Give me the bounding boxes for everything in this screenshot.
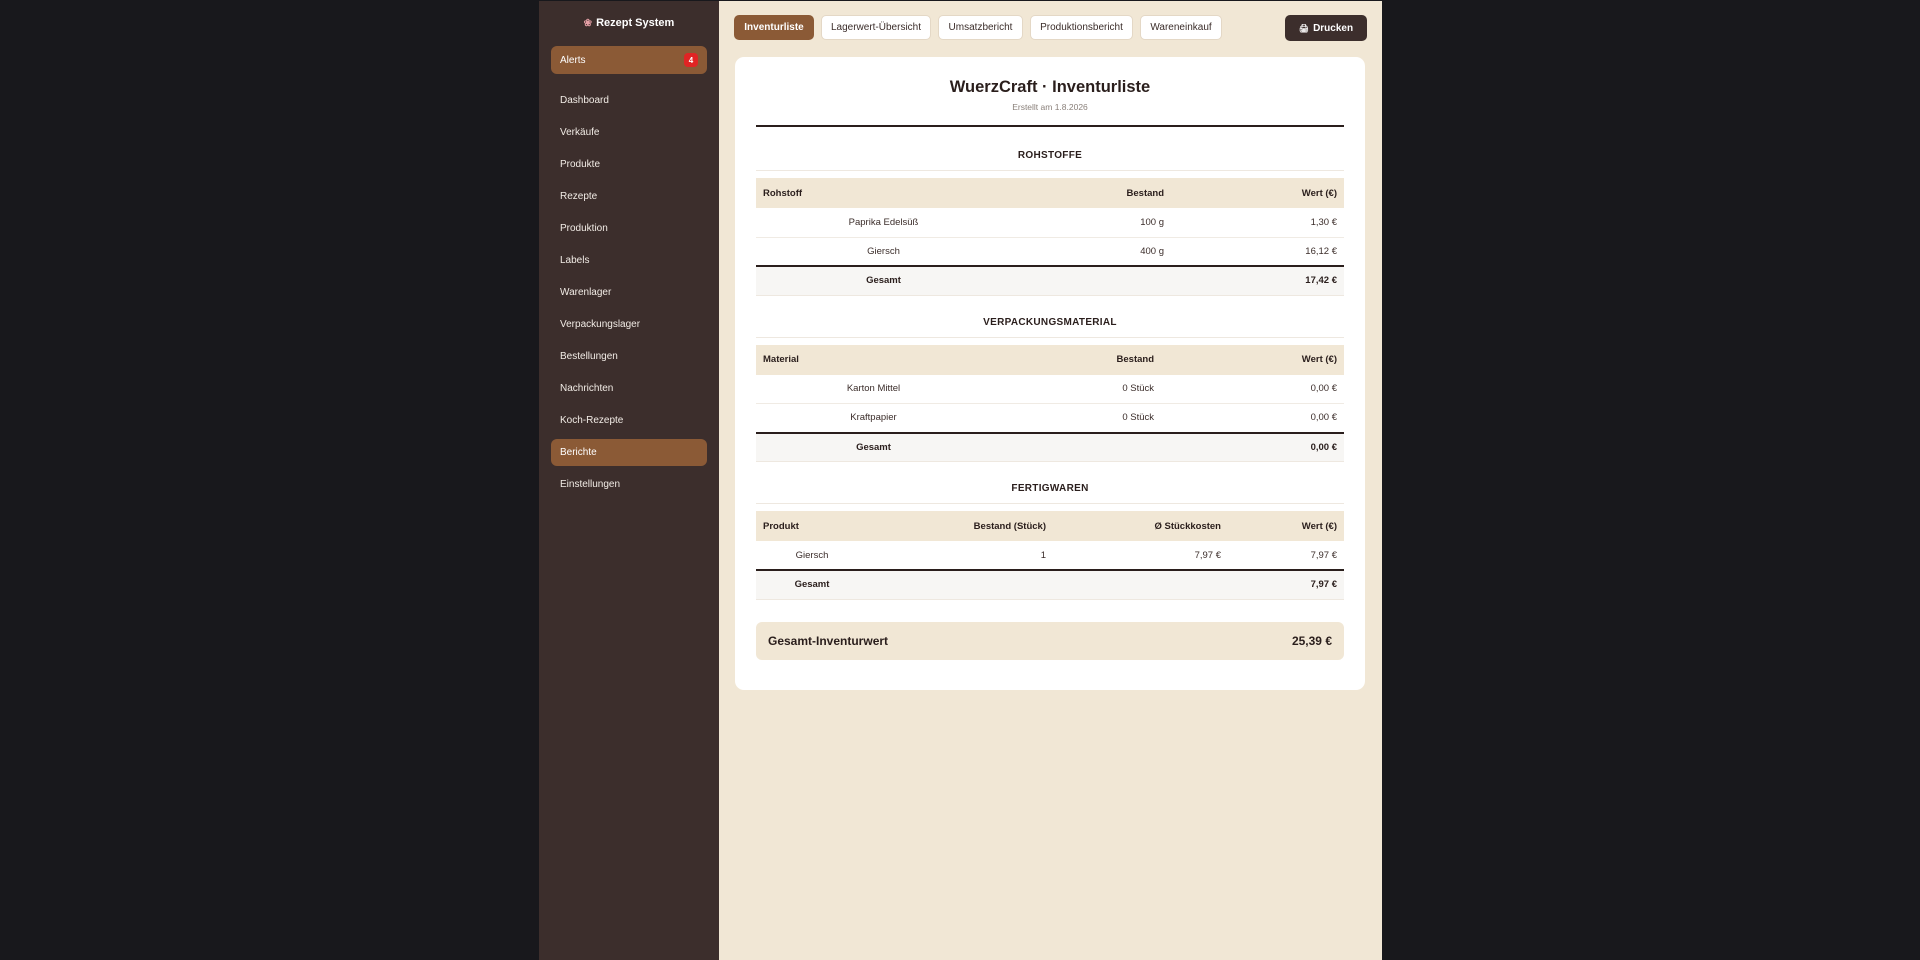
sidebar-item-rezepte[interactable]: Rezepte — [551, 183, 707, 210]
tab-produktionsbericht[interactable]: Produktionsbericht — [1030, 15, 1133, 40]
table-cell: 0,00 € — [1161, 374, 1344, 404]
title-divider — [756, 125, 1344, 127]
sidebar-item-produkte[interactable]: Produkte — [551, 151, 707, 178]
report-toolbar: Inventurliste Lagerwert-Übersicht Umsatz… — [734, 15, 1367, 41]
tab-lagerwert-uebersicht[interactable]: Lagerwert-Übersicht — [821, 15, 931, 40]
fertigwaren-table: Produkt Bestand (Stück) Ø Stückkosten We… — [756, 511, 1344, 600]
table-cell: Karton Mittel — [756, 374, 991, 404]
total-row: Gesamt 17,42 € — [756, 265, 1344, 296]
grand-total-label: Gesamt-Inventurwert — [768, 633, 889, 648]
table-cell: 1,30 € — [1171, 208, 1344, 238]
total-value: 7,97 € — [1228, 569, 1344, 600]
table-cell: Giersch — [756, 541, 868, 571]
table-cell: 7,97 € — [1053, 541, 1228, 571]
column-header: Ø Stückkosten — [1053, 511, 1228, 541]
section-divider — [756, 336, 1344, 338]
sidebar-item-berichte[interactable]: Berichte — [551, 439, 707, 466]
column-header: Bestand — [991, 344, 1161, 375]
table-row: Paprika Edelsüß 100 g 1,30 € — [756, 208, 1344, 238]
section-title-rohstoffe: ROHSTOFFE — [1017, 150, 1083, 161]
table-cell: Paprika Edelsüß — [756, 208, 1011, 238]
table-row: Giersch 400 g 16,12 € — [756, 237, 1344, 267]
table-cell: 16,12 € — [1171, 237, 1344, 267]
column-header: Bestand (Stück) — [868, 511, 1053, 541]
sidebar-item-koch-rezepte[interactable]: Koch-Rezepte — [551, 407, 707, 434]
column-header: Wert (€) — [1171, 178, 1344, 208]
brand-name: Rezept System — [596, 17, 675, 29]
total-value: 17,42 € — [1171, 265, 1344, 296]
table-cell — [1011, 265, 1171, 296]
alerts-button[interactable]: Alerts 4 — [551, 46, 707, 74]
tab-wareneinkauf[interactable]: Wareneinkauf — [1140, 15, 1222, 40]
sidebar-item-dashboard[interactable]: Dashboard — [551, 87, 707, 114]
print-button[interactable]: 🖨 Drucken — [1285, 15, 1367, 41]
grand-total-value: 25,39 € — [1291, 633, 1332, 648]
total-label: Gesamt — [756, 431, 991, 462]
section-title-fertigwaren: FERTIGWAREN — [1011, 483, 1089, 494]
brand: ❀ Rezept System — [539, 15, 719, 31]
table-cell: 400 g — [1011, 237, 1171, 267]
table-row: Karton Mittel 0 Stück 0,00 € — [756, 374, 1344, 404]
alerts-label: Alerts — [560, 54, 586, 66]
sidebar-item-verkaeufe[interactable]: Verkäufe — [551, 119, 707, 146]
report-title: WuerzCraft · Inventurliste — [949, 78, 1151, 96]
sidebar-item-verpackungslager[interactable]: Verpackungslager — [551, 311, 707, 338]
inventory-report: WuerzCraft · Inventurliste Erstellt am 1… — [735, 57, 1365, 690]
total-row: Gesamt 7,97 € — [756, 569, 1344, 600]
column-header: Material — [756, 344, 991, 375]
alerts-count-badge: 4 — [684, 53, 698, 67]
column-header: Wert (€) — [1228, 511, 1344, 541]
sidebar-item-warenlager[interactable]: Warenlager — [551, 279, 707, 306]
grand-total: Gesamt-Inventurwert 25,39 € — [756, 621, 1344, 660]
section-divider — [756, 170, 1344, 171]
table-row: Giersch 1 7,97 € 7,97 € — [756, 541, 1344, 571]
total-label: Gesamt — [756, 569, 868, 600]
sidebar-nav: Dashboard Verkäufe Produkte Rezepte Produkti… — [539, 87, 719, 498]
sidebar-item-nachrichten[interactable]: Nachrichten — [551, 375, 707, 402]
total-value: 0,00 € — [1161, 431, 1344, 462]
table-cell: 1 — [868, 541, 1053, 571]
printer-icon: 🖨 — [1298, 23, 1310, 33]
table-cell: 0 Stück — [991, 403, 1161, 433]
tab-umsatzbericht[interactable]: Umsatzbericht — [938, 15, 1023, 40]
sidebar-item-einstellungen[interactable]: Einstellungen — [551, 471, 707, 498]
print-label: Drucken — [1313, 22, 1354, 34]
section-divider — [756, 503, 1344, 504]
sidebar: ❀ Rezept System Alerts 4 Dashboard Verkäuf… — [539, 1, 719, 960]
column-header: Wert (€) — [1161, 344, 1344, 375]
total-row: Gesamt 0,00 € — [756, 431, 1344, 462]
table-cell — [868, 569, 1053, 600]
table-cell — [991, 431, 1161, 462]
section-title-verpackungsmaterial: VERPACKUNGSMATERIAL — [983, 316, 1117, 328]
table-cell — [1053, 569, 1228, 600]
sidebar-item-labels[interactable]: Labels — [551, 247, 707, 274]
verpackung-table: Material Bestand Wert (€) Karton Mittel … — [756, 344, 1344, 462]
tab-inventurliste[interactable]: Inventurliste — [734, 15, 814, 40]
table-cell: Giersch — [756, 237, 1011, 267]
report-date: Erstellt am 1.8.2026 — [1012, 102, 1088, 112]
table-cell: Kraftpapier — [756, 403, 991, 433]
app-window: ❀ Rezept System Alerts 4 Dashboard Verkäuf… — [539, 1, 1382, 960]
sidebar-item-produktion[interactable]: Produktion — [551, 215, 707, 242]
table-row: Kraftpapier 0 Stück 0,00 € — [756, 403, 1344, 433]
table-cell: 0,00 € — [1161, 403, 1344, 433]
table-cell: 100 g — [1011, 208, 1171, 238]
column-header: Produkt — [756, 511, 868, 541]
sidebar-item-bestellungen[interactable]: Bestellungen — [551, 343, 707, 370]
column-header: Rohstoff — [756, 178, 1011, 208]
total-label: Gesamt — [756, 265, 1011, 296]
column-header: Bestand — [1011, 178, 1171, 208]
table-cell: 7,97 € — [1228, 541, 1344, 571]
rohstoffe-table: Rohstoff Bestand Wert (€) Paprika Edelsü… — [756, 178, 1344, 296]
main-content: Inventurliste Lagerwert-Übersicht Umsatz… — [719, 1, 1382, 960]
brain-icon: ❀ — [583, 18, 593, 29]
table-cell: 0 Stück — [991, 374, 1161, 404]
